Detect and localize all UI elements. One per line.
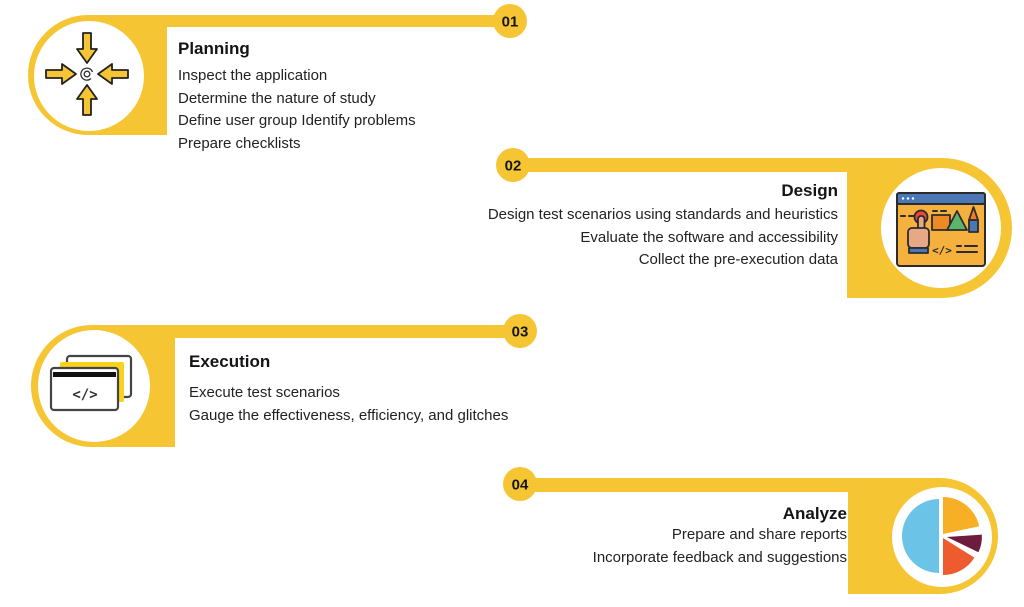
step-1-lines: Inspect the application Determine the na…: [178, 65, 416, 155]
step-2-lines: Design test scenarios using standards an…: [488, 204, 838, 272]
step-2-line: Design test scenarios using standards an…: [487, 206, 838, 223]
ui-design-window-icon: </>: [896, 192, 986, 267]
step-3-line: Gauge the effectiveness, efficiency, and…: [189, 406, 509, 424]
step-1-line: Inspect the application: [178, 67, 328, 84]
code-tag-glyph: </>: [932, 244, 952, 257]
window-title-bar: [896, 192, 986, 205]
step-1-number: 01: [502, 14, 519, 31]
step-2-title: Design: [781, 181, 838, 200]
step-3-number: 03: [512, 324, 529, 341]
step-3-line: Execute test scenarios: [189, 384, 340, 401]
step-4-text: Analyze: [783, 504, 847, 524]
step-4-line: Incorporate feedback and suggestions: [592, 548, 847, 566]
step-3-badge: 03: [503, 314, 537, 348]
step-1-line: Determine the nature of study: [178, 89, 376, 107]
step-1-title: Planning: [178, 39, 250, 58]
step-2-badge: 02: [496, 148, 530, 182]
step-1-text: Planning: [178, 39, 250, 59]
process-diagram-art: 01 02 </> 03 </> 04: [28, 4, 1012, 594]
step-1-line: Define user group Identify problems: [178, 112, 416, 129]
step-3-title: Execution: [189, 352, 271, 371]
code-windows-icon: </>: [49, 354, 133, 412]
step-3-text: Execution: [189, 352, 270, 372]
window-dots-icon: [901, 197, 915, 200]
step-4-line: Prepare and share reports: [671, 526, 847, 543]
step-1-badge: 01: [493, 4, 527, 38]
step-2-line: Evaluate the software and accessibility: [580, 228, 838, 246]
step-4-lines: Prepare and share reports Incorporate fe…: [593, 524, 847, 569]
code-tag-glyph: </>: [72, 387, 97, 403]
step-1-line: Prepare checklists: [178, 134, 301, 152]
step-3-lines: Execute test scenarios Gauge the effecti…: [189, 382, 508, 427]
step-4-number: 04: [512, 477, 529, 494]
front-window-bar: [53, 372, 116, 377]
step-2-line: Collect the pre-execution data: [638, 251, 838, 268]
step-4-title: Analyze: [782, 504, 847, 523]
step-4-badge: 04: [503, 467, 537, 501]
step-2-text: Design: [781, 181, 838, 201]
step-2-number: 02: [505, 158, 522, 175]
